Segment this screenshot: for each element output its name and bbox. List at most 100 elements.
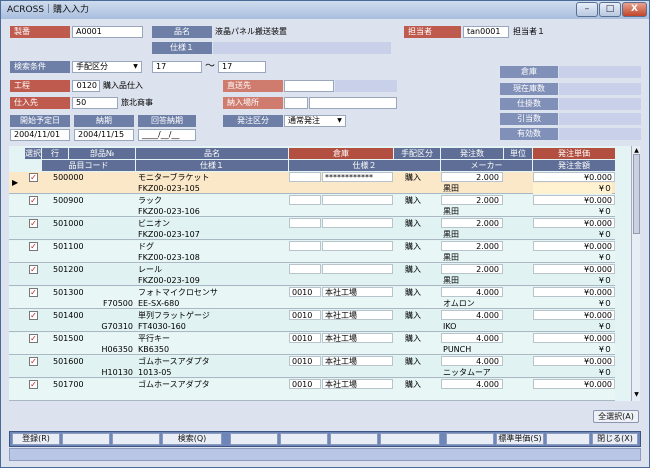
row-qty-value: 2.000 bbox=[476, 265, 499, 274]
row-spec1: FT4030-160 bbox=[138, 322, 186, 331]
row-select-checkbox[interactable]: ✓ bbox=[29, 380, 38, 389]
fkey-9-button[interactable] bbox=[446, 433, 494, 445]
shiiresaki-label: 仕入先 bbox=[10, 97, 70, 109]
row-tehai-kubun: 購入 bbox=[405, 173, 421, 182]
row-select-checkbox[interactable]: ✓ bbox=[29, 288, 38, 297]
row-warehouse-code-value: 0010 bbox=[292, 311, 313, 320]
souko-pane bbox=[559, 66, 641, 78]
col-maker: メーカー bbox=[441, 160, 532, 171]
nounyu-code-input[interactable] bbox=[284, 97, 308, 109]
title-bar: ACROSS｜購入入力 bbox=[1, 1, 649, 19]
shiyo1-label: 仕様１ bbox=[152, 42, 212, 54]
range-from-input[interactable]: 17 bbox=[152, 61, 202, 73]
row-qty-value: 2.000 bbox=[476, 196, 499, 205]
row-tehai-kubun: 購入 bbox=[405, 265, 421, 274]
row-item-code: 501100 bbox=[53, 242, 84, 251]
touroku-button[interactable]: 登録(R) bbox=[12, 433, 60, 445]
row-item-code: 501700 bbox=[53, 380, 84, 389]
row-maker: 黒田 bbox=[443, 276, 459, 285]
kensaku-label: 検索条件 bbox=[10, 61, 70, 73]
maximize-button[interactable]: □ bbox=[599, 2, 621, 17]
select-all-button[interactable]: 全選択(A) bbox=[593, 410, 639, 423]
hinmei-label: 品名 bbox=[152, 26, 212, 38]
nounyu-label: 納入場所 bbox=[223, 97, 283, 109]
kaito-input[interactable]: ____/__/__ bbox=[138, 129, 196, 141]
nounyu-name-input[interactable] bbox=[309, 97, 397, 109]
row-price-value: ¥0.000 bbox=[584, 173, 612, 182]
row-tehai-kubun: 購入 bbox=[405, 196, 421, 205]
row-select-checkbox[interactable]: ✓ bbox=[29, 334, 38, 343]
seiban-input[interactable]: A0001 bbox=[72, 26, 143, 38]
row-qty-value: 4.000 bbox=[476, 311, 499, 320]
koutei-label: 工程 bbox=[10, 80, 70, 92]
fkey-2-button[interactable] bbox=[62, 433, 110, 445]
fkey-6-button[interactable] bbox=[280, 433, 328, 445]
fkey-3-button[interactable] bbox=[112, 433, 160, 445]
hatchu-select[interactable]: 通常発注 ▼ bbox=[284, 115, 346, 127]
row-item-name: ゴムホースアダプタ bbox=[138, 380, 210, 389]
row-amount: ¥０ bbox=[598, 299, 612, 308]
scroll-thumb[interactable] bbox=[633, 154, 640, 234]
fkey-8-button[interactable] bbox=[380, 433, 440, 445]
row-warehouse-code-value bbox=[292, 172, 320, 183]
col-gyo: 行 bbox=[42, 148, 68, 159]
row-part-no bbox=[69, 390, 133, 401]
nouki-input[interactable]: 2004/11/15 bbox=[74, 129, 134, 141]
row-select-checkbox[interactable]: ✓ bbox=[29, 265, 38, 274]
hikiate-pane bbox=[559, 113, 641, 125]
row-tehai-kubun: 購入 bbox=[405, 334, 421, 343]
range-separator: ～ bbox=[205, 61, 215, 72]
tanto-code-input[interactable]: tan0001 bbox=[463, 26, 509, 38]
row-spec1: 1013-05 bbox=[138, 368, 172, 377]
grid-scrollbar[interactable]: ▲ ▼ bbox=[631, 146, 640, 401]
fkey-5-button[interactable] bbox=[230, 433, 278, 445]
shiiresaki-name: 旅北商事 bbox=[121, 98, 153, 107]
fkey-7-button[interactable] bbox=[330, 433, 378, 445]
row-select-checkbox[interactable]: ✓ bbox=[29, 242, 38, 251]
hikiate-label: 引当数 bbox=[500, 113, 558, 125]
row-price-value: ¥0.000 bbox=[584, 288, 612, 297]
row-amount: ¥０ bbox=[598, 345, 612, 354]
col-hinmei: 品名 bbox=[136, 148, 288, 159]
row-maker: 黒田 bbox=[443, 253, 459, 262]
row-qty-value: 4.000 bbox=[476, 288, 499, 297]
close-window-button[interactable]: 閉じる(X) bbox=[592, 433, 638, 445]
row-select-checkbox[interactable]: ✓ bbox=[29, 219, 38, 228]
chokusou-input[interactable] bbox=[284, 80, 334, 92]
row-warehouse-name-value: 本社工場 bbox=[325, 357, 357, 366]
row-spec1: FKZ00-023-107 bbox=[138, 230, 200, 239]
kensaku-button[interactable]: 検索(Q) bbox=[162, 433, 222, 445]
shiiresaki-code-input[interactable]: 50 bbox=[72, 97, 118, 109]
fkey-11-button[interactable] bbox=[546, 433, 590, 445]
kensaku-select-value: 手配区分 bbox=[76, 62, 108, 71]
col-kingaku: 発注金額 bbox=[533, 160, 615, 171]
koutei-code-input[interactable]: 0120 bbox=[72, 80, 100, 92]
row-part-no bbox=[69, 275, 133, 286]
row-select-checkbox[interactable]: ✓ bbox=[29, 173, 38, 182]
row-warehouse-name-value bbox=[325, 241, 391, 252]
row-qty-value: 4.000 bbox=[476, 380, 499, 389]
row-select-checkbox[interactable]: ✓ bbox=[29, 357, 38, 366]
row-amount: ¥０ bbox=[598, 322, 612, 331]
start-input[interactable]: 2004/11/01 bbox=[10, 129, 70, 141]
hinmei-value: 液晶パネル搬送装置 bbox=[215, 27, 287, 36]
scroll-down-icon[interactable]: ▼ bbox=[633, 391, 640, 399]
kensaku-select[interactable]: 手配区分 ▼ bbox=[72, 61, 142, 73]
col-code: 品目コード bbox=[42, 160, 135, 171]
row-select-checkbox[interactable]: ✓ bbox=[29, 311, 38, 320]
row-maker: ニッタムーア bbox=[443, 368, 491, 377]
row-price-value: ¥0.000 bbox=[584, 334, 612, 343]
chevron-down-icon: ▼ bbox=[133, 63, 138, 70]
row-warehouse-name-value bbox=[325, 264, 391, 275]
col-sentaku: 選択 bbox=[25, 148, 41, 159]
minimize-button[interactable]: – bbox=[576, 2, 598, 17]
row-select-checkbox[interactable]: ✓ bbox=[29, 196, 38, 205]
col-tani: 単位 bbox=[504, 148, 532, 159]
close-button[interactable]: X bbox=[622, 2, 647, 17]
hyojun-tanka-button[interactable]: 標準単価(S) bbox=[496, 433, 544, 445]
row-price-value: ¥0.000 bbox=[584, 219, 612, 228]
range-to-input[interactable]: 17 bbox=[218, 61, 266, 73]
row-maker: 黒田 bbox=[443, 230, 459, 239]
yuko-pane bbox=[559, 128, 641, 140]
row-tehai-kubun: 購入 bbox=[405, 288, 421, 297]
